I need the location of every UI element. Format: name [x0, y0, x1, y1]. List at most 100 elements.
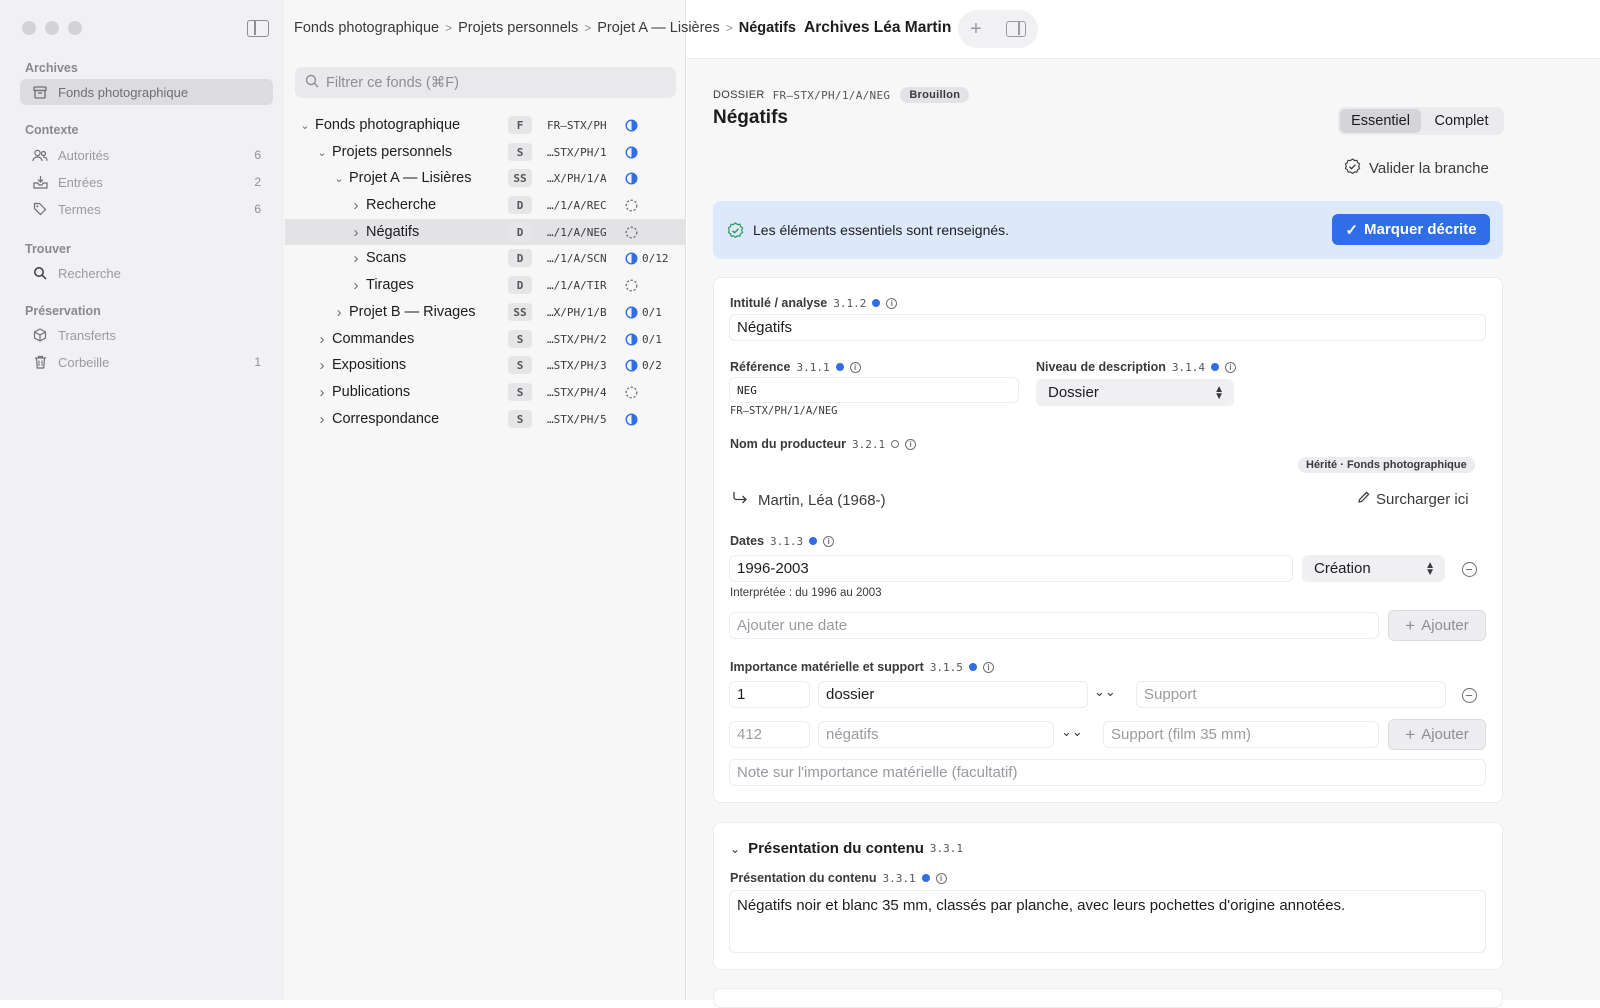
- add-date-button[interactable]: + Ajouter: [1388, 610, 1486, 641]
- sidebar-item-corbeille[interactable]: Corbeille 1: [20, 349, 273, 375]
- dashed-circle-status-icon: [625, 226, 638, 238]
- updown-chevron-icon: ▲ ▼: [1214, 383, 1224, 402]
- section-header-content[interactable]: ⌄ Présentation du contenu 3.3.1: [730, 840, 963, 857]
- isad-number: 3.1.4: [1171, 360, 1206, 374]
- sidebar-toggle-icon[interactable]: [247, 20, 269, 37]
- extent-quantity-input[interactable]: 1: [729, 681, 810, 708]
- breadcrumb-item[interactable]: Projet A — Lisières: [597, 20, 720, 36]
- new-support-input[interactable]: Support (film 35 mm): [1103, 721, 1379, 748]
- level-select[interactable]: Dossier ▲ ▼: [1036, 379, 1234, 406]
- info-icon[interactable]: i: [1225, 361, 1237, 373]
- label-text: Dates: [730, 534, 765, 548]
- title-input[interactable]: Négatifs: [729, 314, 1486, 341]
- chevron-right-icon[interactable]: ›: [350, 197, 362, 214]
- level-value: Dossier: [1048, 384, 1099, 401]
- breadcrumb-current: Négatifs: [738, 20, 796, 36]
- tree-row[interactable]: › Correspondance S …STX/PH/5: [285, 406, 685, 432]
- chevron-right-icon[interactable]: ›: [316, 384, 328, 401]
- chevron-down-icon[interactable]: ⌄⌄: [1094, 684, 1116, 700]
- new-quantity-input[interactable]: 412: [729, 721, 810, 748]
- level-badge: S: [508, 143, 532, 161]
- remove-date-icon[interactable]: [1462, 562, 1477, 577]
- tree-label: Scans: [366, 250, 407, 266]
- sidebar-item-termes[interactable]: Termes 6: [20, 196, 273, 222]
- support-input[interactable]: Support: [1136, 681, 1446, 708]
- remove-extent-icon[interactable]: [1462, 688, 1477, 703]
- sidebar-item-fonds[interactable]: Fonds photographique: [20, 79, 273, 105]
- add-date-input[interactable]: Ajouter une date: [729, 612, 1379, 639]
- tree-row[interactable]: › Expositions S …STX/PH/3 0/2: [285, 352, 685, 378]
- chevron-down-icon[interactable]: ⌄⌄: [1061, 724, 1083, 740]
- new-unit-input[interactable]: négatifs: [818, 721, 1054, 748]
- override-button[interactable]: Surcharger ici: [1357, 491, 1469, 508]
- filter-input[interactable]: Filtrer ce fonds (⌘F): [295, 67, 676, 98]
- add-icon[interactable]: +: [970, 18, 982, 41]
- tree-row[interactable]: › Projet B — Rivages SS …X/PH/1/B 0/1: [285, 299, 685, 325]
- filled-dot-icon: [921, 874, 930, 882]
- half-circle-status-icon: [625, 305, 638, 319]
- tree-row[interactable]: › Commandes S …STX/PH/2 0/1: [285, 326, 685, 352]
- chevron-right-icon[interactable]: ›: [316, 331, 328, 348]
- chevron-down-icon[interactable]: ⌄: [333, 172, 345, 185]
- reference-input[interactable]: NEG: [729, 377, 1019, 403]
- extent-unit-input[interactable]: dossier: [818, 681, 1088, 708]
- chevron-right-icon[interactable]: ›: [350, 224, 362, 241]
- tree-code: …X/PH/1/A: [547, 171, 607, 185]
- inspector-toggle-icon[interactable]: [1005, 21, 1026, 37]
- progress-count: 0/1: [642, 332, 662, 346]
- minimize-window-button[interactable]: [45, 21, 59, 35]
- chevron-right-icon[interactable]: ›: [333, 304, 345, 321]
- inbox-tray-icon: [32, 174, 48, 190]
- sidebar-item-transferts[interactable]: Transferts: [20, 322, 273, 348]
- sidebar-item-recherche[interactable]: Recherche: [20, 260, 273, 286]
- breadcrumb-item[interactable]: Projets personnels: [458, 20, 578, 36]
- label-text: Présentation du contenu: [730, 871, 877, 885]
- chevron-down-icon[interactable]: ⌄: [299, 119, 311, 132]
- info-icon[interactable]: i: [905, 438, 917, 450]
- info-icon[interactable]: i: [849, 361, 861, 373]
- chevron-down-icon[interactable]: ⌄: [316, 146, 328, 159]
- info-icon[interactable]: i: [886, 297, 898, 309]
- zoom-window-button[interactable]: [68, 21, 82, 35]
- date-input[interactable]: 1996-2003: [729, 555, 1293, 582]
- chevron-right-icon[interactable]: ›: [350, 277, 362, 294]
- tab-complet[interactable]: Complet: [1421, 109, 1502, 133]
- sidebar-item-label: Entrées: [58, 174, 103, 190]
- validate-branch-button[interactable]: Valider la branche: [1344, 158, 1489, 179]
- chevron-right-icon[interactable]: ›: [350, 250, 362, 267]
- breadcrumb-item[interactable]: Fonds photographique: [294, 20, 439, 36]
- tab-essentiel[interactable]: Essentiel: [1340, 109, 1421, 133]
- sidebar-item-entrees[interactable]: Entrées 2: [20, 169, 273, 195]
- tree-row[interactable]: ⌄ Fonds photographique F FR–STX/PH: [285, 112, 685, 138]
- extent-note-input[interactable]: Note sur l'importance matérielle (facult…: [729, 759, 1486, 786]
- sidebar-item-autorites[interactable]: Autorités 6: [20, 142, 273, 168]
- mark-button-label: Marquer décrite: [1364, 221, 1477, 238]
- half-circle-status-icon: [625, 251, 638, 265]
- date-type-select[interactable]: Création ▲ ▼: [1302, 555, 1445, 582]
- status-badge: Brouillon: [900, 87, 970, 103]
- close-window-button[interactable]: [22, 21, 36, 35]
- info-icon[interactable]: i: [935, 872, 947, 884]
- tree-row[interactable]: › Scans D …/1/A/SCN 0/12: [285, 245, 685, 271]
- info-icon[interactable]: i: [823, 535, 835, 547]
- chevron-right-icon: >: [725, 21, 733, 35]
- tree-code: …/1/A/SCN: [547, 251, 607, 265]
- content-textarea[interactable]: Négatifs noir et blanc 35 mm, classés pa…: [729, 890, 1486, 953]
- tree-row[interactable]: ⌄ Projets personnels S …STX/PH/1: [285, 139, 685, 165]
- add-extent-button[interactable]: + Ajouter: [1388, 719, 1486, 750]
- tag-icon: [32, 201, 48, 217]
- sidebar-item-label: Transferts: [58, 327, 117, 343]
- app-window: Archives Fonds photographique Contexte A…: [0, 0, 1600, 1008]
- pencil-icon: [1357, 491, 1370, 508]
- tree-row[interactable]: › Tirages D …/1/A/TIR: [285, 272, 685, 298]
- tree-label: Projet B — Rivages: [349, 304, 476, 320]
- chevron-right-icon[interactable]: ›: [316, 411, 328, 428]
- tree-row[interactable]: › Négatifs D …/1/A/NEG: [285, 219, 685, 245]
- tree-row[interactable]: ⌄ Projet A — Lisières SS …X/PH/1/A: [285, 165, 685, 191]
- tree-row[interactable]: › Publications S …STX/PH/4: [285, 379, 685, 405]
- banner-text: Les éléments essentiels sont renseignés.: [753, 222, 1010, 238]
- chevron-right-icon[interactable]: ›: [316, 357, 328, 374]
- tree-row[interactable]: › Recherche D …/1/A/REC: [285, 192, 685, 218]
- mark-described-button[interactable]: ✓ Marquer décrite: [1332, 214, 1490, 245]
- info-icon[interactable]: i: [982, 661, 994, 673]
